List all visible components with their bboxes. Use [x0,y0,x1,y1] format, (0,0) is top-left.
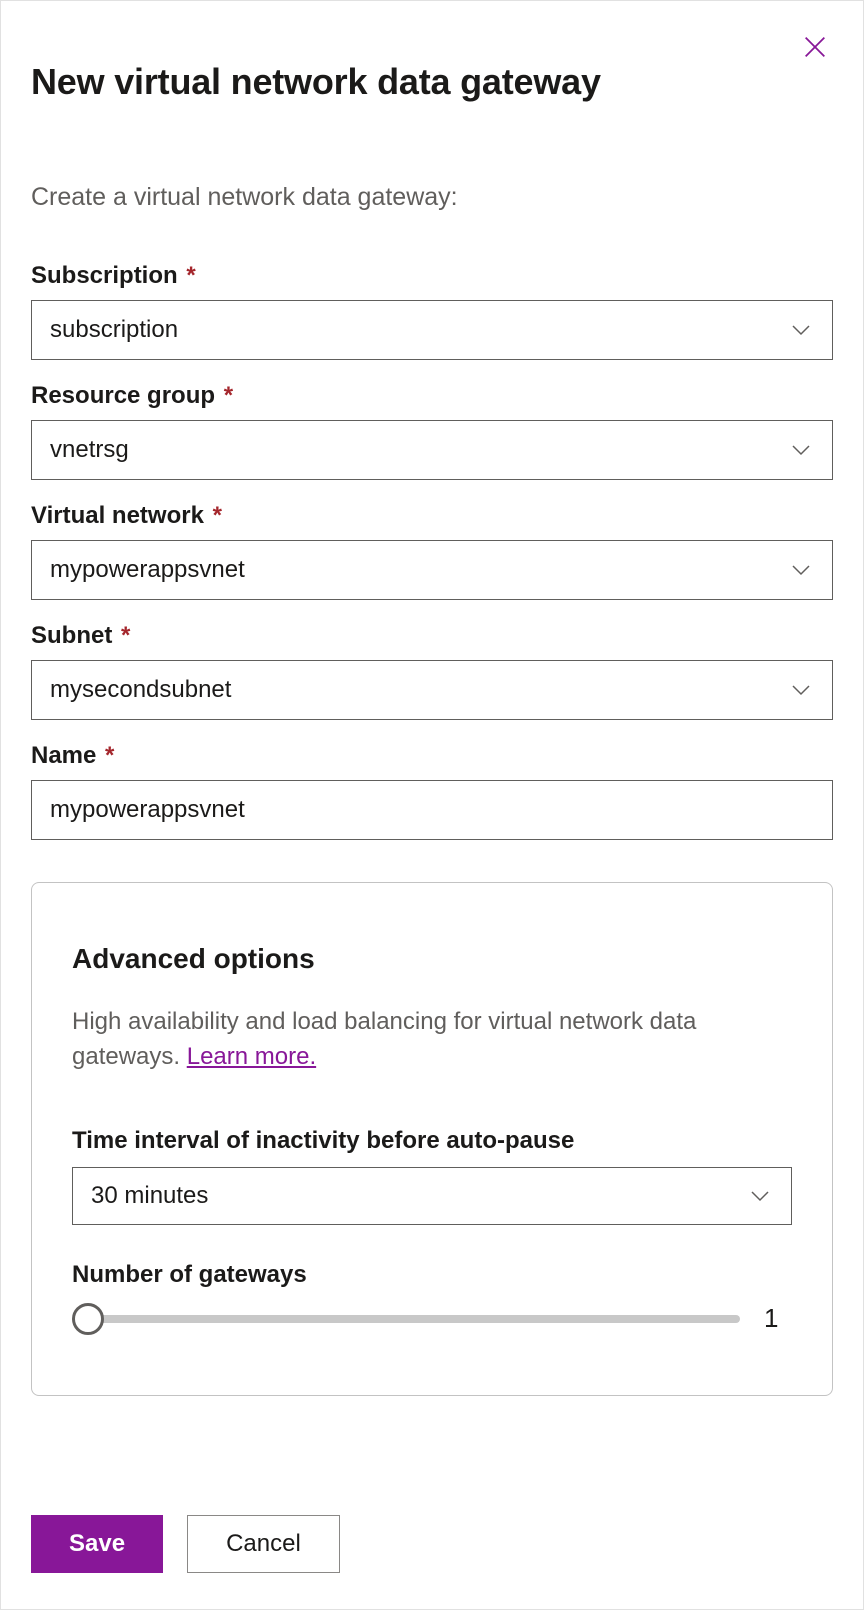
subscription-value: subscription [50,316,178,344]
virtual-network-dropdown[interactable]: mypowerappsvnet [31,540,833,600]
subnet-label: Subnet * [31,622,833,650]
advanced-description-text: High availability and load balancing for… [72,1008,696,1070]
advanced-options-title: Advanced options [72,943,792,975]
time-interval-value: 30 minutes [91,1182,208,1210]
virtual-network-value: mypowerappsvnet [50,556,245,584]
required-mark: * [186,262,195,289]
required-mark: * [105,742,114,769]
virtual-network-label: Virtual network * [31,502,833,530]
slider-thumb[interactable] [72,1303,104,1335]
subnet-dropdown[interactable]: mysecondsubnet [31,660,833,720]
field-virtual-network: Virtual network * mypowerappsvnet [31,502,833,600]
field-resource-group: Resource group * vnetrsg [31,382,833,480]
field-subscription: Subscription * subscription [31,262,833,360]
panel-description: Create a virtual network data gateway: [31,183,833,212]
save-button[interactable]: Save [31,1515,163,1573]
number-of-gateways-label: Number of gateways [72,1261,792,1289]
required-mark: * [213,502,222,529]
gateways-slider-value: 1 [764,1303,792,1334]
slider-rail [72,1315,740,1323]
time-interval-dropdown[interactable]: 30 minutes [72,1167,792,1225]
required-mark: * [121,622,130,649]
new-gateway-panel: New virtual network data gateway Create … [0,0,864,1610]
chevron-down-icon [749,1185,771,1207]
field-time-interval: Time interval of inactivity before auto-… [72,1127,792,1225]
chevron-down-icon [790,319,812,341]
chevron-down-icon [790,679,812,701]
gateways-slider[interactable] [72,1303,740,1335]
advanced-options-box: Advanced options High availability and l… [31,882,833,1396]
name-label: Name * [31,742,833,770]
subnet-value: mysecondsubnet [50,676,231,704]
field-number-of-gateways: Number of gateways 1 [72,1261,792,1335]
close-button[interactable] [797,31,833,67]
field-name: Name * [31,742,833,840]
time-interval-label: Time interval of inactivity before auto-… [72,1127,792,1155]
name-input[interactable] [31,780,833,840]
subscription-label-text: Subscription [31,262,178,289]
chevron-down-icon [790,439,812,461]
advanced-options-description: High availability and load balancing for… [72,1005,792,1075]
learn-more-link[interactable]: Learn more. [187,1043,316,1070]
gateways-slider-row: 1 [72,1303,792,1335]
required-mark: * [224,382,233,409]
virtual-network-label-text: Virtual network [31,502,204,529]
subscription-dropdown[interactable]: subscription [31,300,833,360]
subnet-label-text: Subnet [31,622,112,649]
resource-group-dropdown[interactable]: vnetrsg [31,420,833,480]
resource-group-value: vnetrsg [50,436,129,464]
resource-group-label-text: Resource group [31,382,215,409]
button-row: Save Cancel [31,1515,340,1573]
field-subnet: Subnet * mysecondsubnet [31,622,833,720]
cancel-button[interactable]: Cancel [187,1515,340,1573]
panel-title: New virtual network data gateway [31,61,833,103]
close-icon [801,33,829,66]
chevron-down-icon [790,559,812,581]
subscription-label: Subscription * [31,262,833,290]
name-label-text: Name [31,742,96,769]
resource-group-label: Resource group * [31,382,833,410]
